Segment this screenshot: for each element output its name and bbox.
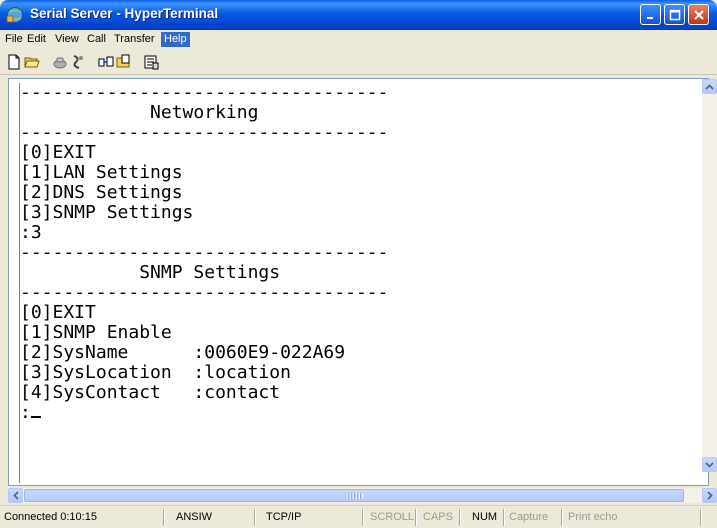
- toolbar: [0, 50, 717, 75]
- scroll-left-button[interactable]: [8, 488, 23, 503]
- menu-edit[interactable]: Edit: [27, 33, 46, 45]
- maximize-button[interactable]: [664, 4, 685, 25]
- hyperterminal-window: Serial Server - HyperTerminal File Edit …: [0, 0, 717, 528]
- scroll-up-button[interactable]: [702, 79, 717, 94]
- terminal-line: [2]SysName :0060E9-022A69: [20, 342, 346, 363]
- menu-file[interactable]: File: [5, 33, 23, 45]
- terminal-line: :3: [20, 222, 42, 243]
- hyperterminal-app-icon: [6, 6, 24, 24]
- status-capture: Capture: [509, 511, 549, 523]
- terminal-screen[interactable]: ---------------------------------- Netwo…: [19, 83, 685, 483]
- terminal-line: [0]EXIT: [20, 142, 96, 163]
- terminal-prompt: :: [20, 402, 31, 423]
- terminal-line: SNMP Settings: [20, 262, 281, 283]
- terminal-line: [3]SNMP Settings: [20, 202, 194, 223]
- menu-view[interactable]: View: [55, 33, 79, 45]
- status-divider: [700, 509, 701, 526]
- status-caps: CAPS: [423, 511, 453, 523]
- terminal-line: ----------------------------------: [20, 122, 389, 143]
- terminal-line: Networking: [20, 102, 259, 123]
- terminal-line: [3]SysLocation :location: [20, 362, 291, 383]
- close-button[interactable]: [688, 4, 709, 25]
- status-divider: [163, 509, 164, 526]
- terminal-line: ----------------------------------: [20, 282, 389, 303]
- terminal-line: [4]SysContact :contact: [20, 382, 281, 403]
- status-emulation: ANSIW: [176, 511, 213, 523]
- title-bar[interactable]: Serial Server - HyperTerminal: [0, 0, 717, 30]
- horizontal-scrollbar[interactable]: [8, 488, 717, 503]
- terminal-line: ----------------------------------: [20, 242, 389, 263]
- terminal-line: ----------------------------------: [20, 83, 389, 103]
- scroll-grip: [347, 493, 363, 499]
- status-divider: [362, 509, 363, 526]
- status-scroll: SCROLL: [370, 511, 415, 523]
- status-divider: [459, 509, 460, 526]
- horizontal-scroll-thumb[interactable]: [24, 489, 684, 502]
- status-divider: [254, 509, 255, 526]
- send-icon[interactable]: [98, 54, 114, 70]
- status-divider: [503, 509, 504, 526]
- terminal-prompt-line: :: [20, 403, 41, 423]
- terminal-line: [0]EXIT: [20, 302, 96, 323]
- status-connected-time: Connected 0:10:15: [4, 511, 97, 523]
- disconnect-icon[interactable]: [70, 54, 86, 70]
- status-divider: [415, 509, 416, 526]
- menu-transfer[interactable]: Transfer: [114, 33, 155, 45]
- terminal-line: [1]LAN Settings: [20, 162, 183, 183]
- status-print-echo: Print echo: [568, 511, 618, 523]
- menu-bar: File Edit View Call Transfer Help: [0, 30, 717, 50]
- receive-icon[interactable]: [116, 54, 132, 70]
- status-num: NUM: [472, 511, 498, 523]
- terminal-line: [2]DNS Settings: [20, 182, 183, 203]
- new-document-icon[interactable]: [6, 54, 22, 70]
- scroll-down-button[interactable]: [702, 457, 717, 472]
- menu-help[interactable]: Help: [161, 32, 190, 47]
- call-icon[interactable]: [52, 54, 68, 70]
- scroll-right-button[interactable]: [702, 488, 717, 503]
- window-title: Serial Server - HyperTerminal: [30, 6, 219, 21]
- text-cursor: [30, 416, 41, 418]
- status-port: TCP/IP: [266, 511, 302, 523]
- properties-icon[interactable]: [143, 54, 159, 70]
- status-bar: Connected 0:10:15 ANSIW TCP/IP SCROLL CA…: [0, 505, 717, 528]
- menu-call[interactable]: Call: [87, 33, 106, 45]
- vertical-scrollbar[interactable]: [702, 79, 717, 472]
- open-folder-icon[interactable]: [24, 54, 40, 70]
- minimize-button[interactable]: [640, 4, 661, 25]
- status-divider: [561, 509, 562, 526]
- terminal-line: [1]SNMP Enable: [20, 322, 172, 343]
